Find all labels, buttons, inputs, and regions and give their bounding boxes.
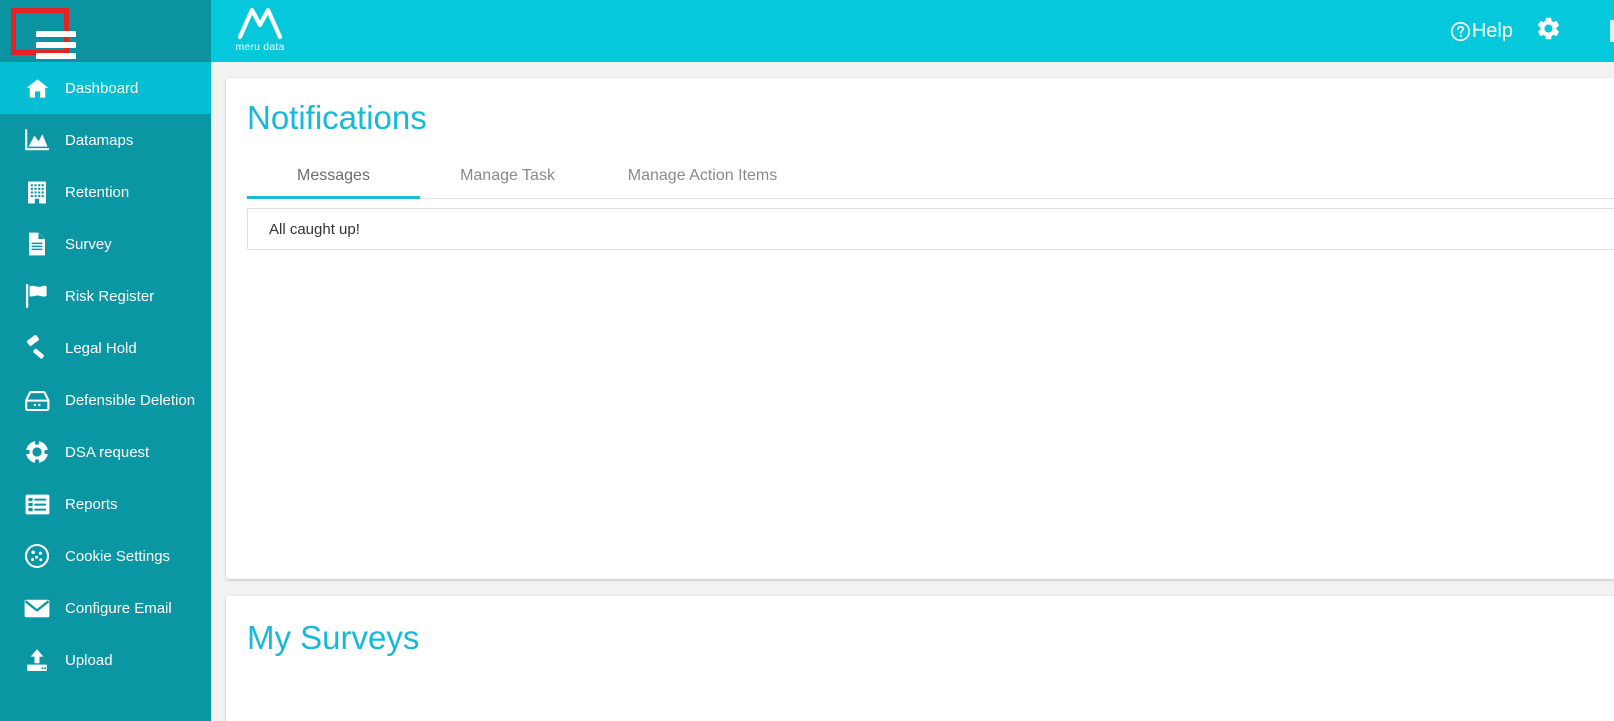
sidebar-item-label: Datamaps (65, 131, 134, 149)
sidebar-item-upload[interactable]: Upload (0, 634, 211, 686)
sidebar-item-label: Retention (65, 183, 130, 201)
lifebuoy-icon (20, 437, 54, 467)
flag-icon (20, 281, 54, 311)
meru-mountain-logo-icon (237, 2, 283, 40)
tab-messages[interactable]: Messages (247, 167, 420, 200)
page-title: Notifications (247, 99, 427, 136)
sidebar-item-configure-email[interactable]: Configure Email (0, 582, 211, 634)
sidebar-item-legal-hold[interactable]: Legal Hold (0, 322, 211, 374)
sidebar-item-defensible-deletion[interactable]: Defensible Deletion (0, 374, 211, 426)
archive-icon (20, 385, 54, 415)
user-menu-edge-sliver[interactable] (1610, 20, 1614, 42)
list-alt-icon (20, 489, 54, 519)
sidebar-item-label: Dashboard (65, 79, 139, 97)
app-logo[interactable]: meru data (228, 2, 292, 60)
header-actions: Help (1450, 0, 1614, 62)
home-icon (20, 73, 54, 103)
notifications-card: Notifications Messages Manage Task Manag… (226, 78, 1614, 579)
my-surveys-card: My Surveys (226, 596, 1614, 721)
tab-manage-action-items[interactable]: Manage Action Items (595, 167, 810, 199)
sidebar-item-dsa-request[interactable]: DSA request (0, 426, 211, 478)
tab-manage-task[interactable]: Manage Task (420, 167, 595, 199)
sidebar-item-datamaps[interactable]: Datamaps (0, 114, 211, 166)
main-content: Notifications Messages Manage Task Manag… (211, 62, 1614, 721)
sidebar-item-dashboard[interactable]: Dashboard (0, 62, 211, 114)
gear-icon[interactable] (1535, 15, 1562, 47)
sidebar-item-label: Defensible Deletion (65, 391, 196, 409)
my-surveys-title: My Surveys (247, 619, 420, 656)
sidebar-item-label: Survey (65, 235, 112, 253)
sidebar-item-reports[interactable]: Reports (0, 478, 211, 530)
notifications-tabs: Messages Manage Task Manage Action Items (247, 158, 1614, 200)
hamburger-menu-icon (36, 31, 76, 59)
hamburger-menu-button[interactable] (11, 8, 76, 59)
help-button[interactable]: Help (1450, 20, 1513, 43)
gavel-icon (20, 333, 54, 363)
sidebar-item-cookie-settings[interactable]: Cookie Settings (0, 530, 211, 582)
logo-text: meru data (235, 41, 285, 53)
upload-icon (20, 645, 54, 675)
sidebar-item-label: Cookie Settings (65, 547, 171, 565)
sidebar-item-survey[interactable]: Survey (0, 218, 211, 270)
sidebar-item-label: Reports (65, 495, 118, 513)
sidebar-navigation: Dashboard Datamaps Retention Survey Risk… (0, 62, 211, 721)
building-icon (20, 177, 54, 207)
help-label: Help (1471, 19, 1513, 42)
sidebar-item-label: Configure Email (65, 599, 172, 617)
sidebar-item-label: Risk Register (65, 287, 155, 305)
empty-state-text: All caught up! (269, 220, 360, 238)
sidebar-item-retention[interactable]: Retention (0, 166, 211, 218)
app-root: meru data Help Dashboard Datamaps Retent… (0, 0, 1614, 721)
menu-toggle-zone (0, 0, 211, 62)
sidebar-item-label: Upload (65, 651, 113, 669)
envelope-icon (20, 593, 54, 623)
sidebar-item-label: Legal Hold (65, 339, 137, 357)
empty-state-message: All caught up! (247, 208, 1614, 251)
document-icon (20, 229, 54, 259)
top-header-bar: meru data Help (0, 0, 1614, 62)
sidebar-item-label: DSA request (65, 443, 150, 461)
sidebar-item-risk-register[interactable]: Risk Register (0, 270, 211, 322)
chart-area-icon (20, 125, 54, 155)
cookie-icon (20, 541, 54, 571)
question-circle-icon (1450, 21, 1471, 42)
